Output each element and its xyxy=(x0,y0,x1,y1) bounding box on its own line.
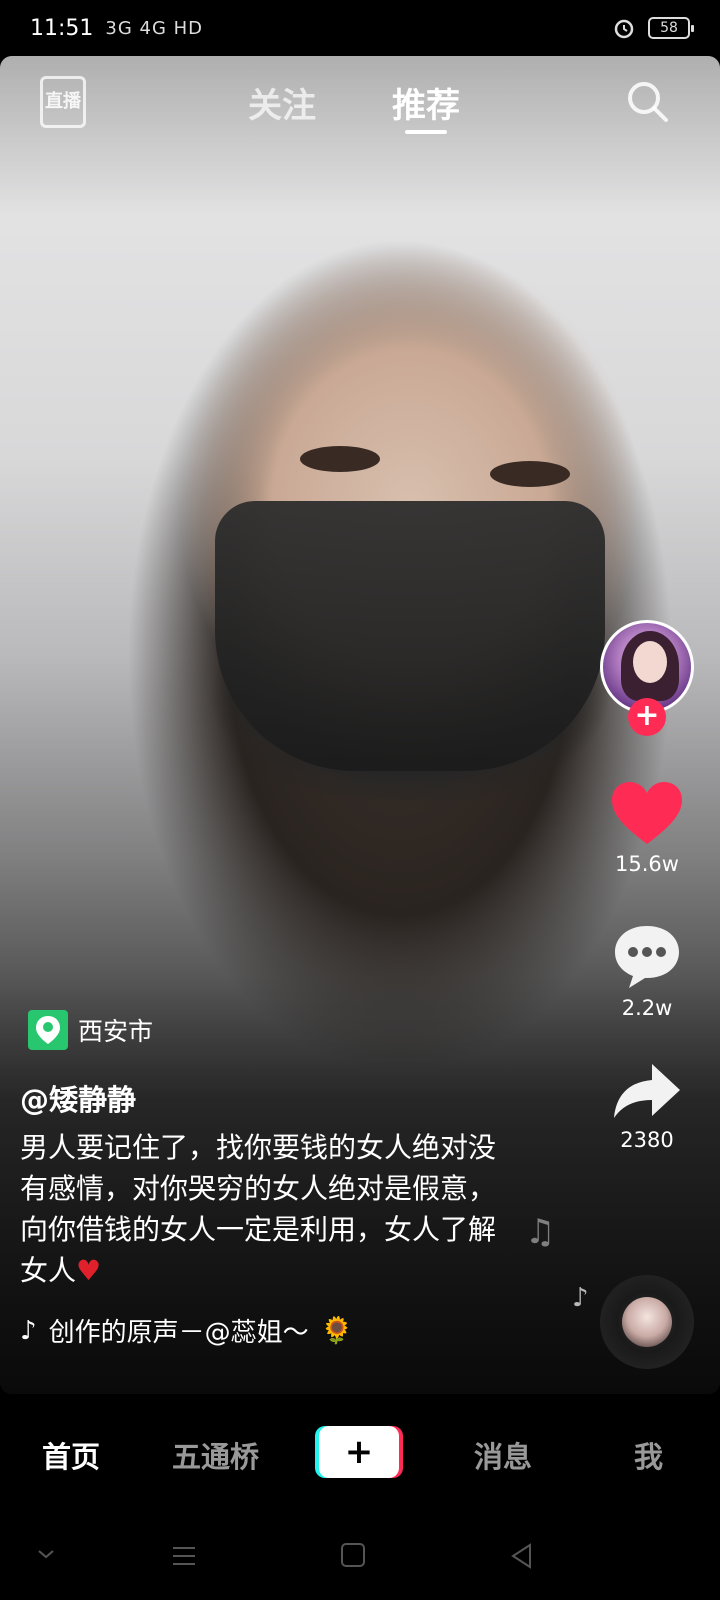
comment-icon xyxy=(615,926,679,988)
menu-icon xyxy=(173,1547,195,1565)
share-button[interactable]: 2380 xyxy=(600,1060,694,1152)
top-nav: 直播 关注 推荐 xyxy=(0,70,720,140)
video-frame-detail xyxy=(490,461,570,487)
share-count: 2380 xyxy=(620,1128,674,1152)
search-button[interactable] xyxy=(624,78,672,126)
tab-messages[interactable]: 消息 xyxy=(474,1434,532,1476)
tab-recommend[interactable]: 推荐 xyxy=(392,78,460,127)
live-button[interactable]: 直播 xyxy=(40,76,86,128)
music-disc[interactable] xyxy=(600,1275,694,1369)
network-indicator: 3G 4G HD xyxy=(105,17,204,39)
heart-icon xyxy=(612,782,682,844)
like-count: 15.6w xyxy=(615,852,679,876)
home-button[interactable] xyxy=(340,1542,366,1572)
tab-home[interactable]: 首页 xyxy=(42,1434,100,1476)
alarm-icon xyxy=(612,16,636,40)
battery-indicator: 58 xyxy=(648,17,694,39)
heart-emoji: ♥ xyxy=(76,1254,102,1287)
follow-button[interactable]: + xyxy=(628,698,666,736)
active-tab-indicator xyxy=(405,130,447,134)
status-bar: 11:51 3G 4G HD 58 xyxy=(0,0,720,56)
create-button[interactable]: + xyxy=(319,1426,399,1478)
post-description: 男人要记住了，找你要钱的女人绝对没有感情，对你哭穷的女人绝对是假意，向你借钱的女… xyxy=(20,1127,510,1291)
location-label: 西安市 xyxy=(78,1017,154,1046)
music-info[interactable]: ♪ 创作的原声－@蕊姐～ 🌻 xyxy=(20,1312,353,1349)
music-title: 创作的原声－@蕊姐～ xyxy=(48,1318,309,1348)
square-icon xyxy=(341,1543,365,1567)
system-nav-bar xyxy=(0,1514,720,1600)
status-left: 11:51 3G 4G HD xyxy=(30,16,203,41)
video-frame-detail xyxy=(300,446,380,472)
status-time: 11:51 xyxy=(30,15,94,41)
music-cover-image xyxy=(622,1297,672,1347)
back-button[interactable] xyxy=(508,1542,536,1574)
menu-button[interactable] xyxy=(170,1542,198,1574)
author-name[interactable]: @矮静静 xyxy=(20,1077,136,1119)
share-icon xyxy=(614,1064,680,1118)
music-note-icon: ♫ xyxy=(525,1212,556,1252)
location-pin-icon xyxy=(28,1010,68,1050)
music-note-icon: ♪ xyxy=(572,1283,589,1313)
comment-button[interactable]: 2.2w xyxy=(600,922,694,1020)
status-right: 58 xyxy=(612,16,694,40)
bottom-tab-bar: 首页 五通桥 + 消息 我 xyxy=(0,1394,720,1514)
tab-me[interactable]: 我 xyxy=(634,1434,663,1476)
search-icon xyxy=(628,82,668,122)
location-tag[interactable]: 西安市 xyxy=(28,1010,153,1050)
music-note-icon: ♪ xyxy=(20,1315,37,1346)
like-button[interactable]: 15.6w xyxy=(600,780,694,876)
collapse-button[interactable] xyxy=(34,1542,58,1570)
tab-follow[interactable]: 关注 xyxy=(248,78,316,127)
sunflower-emoji: 🌻 xyxy=(320,1315,353,1346)
tab-city[interactable]: 五通桥 xyxy=(172,1434,259,1476)
avatar-image xyxy=(633,641,667,683)
chevron-down-icon xyxy=(38,1550,54,1559)
video-frame-detail xyxy=(215,501,605,771)
back-triangle-icon xyxy=(511,1543,531,1569)
live-label: 直播 xyxy=(45,91,81,112)
comment-count: 2.2w xyxy=(621,996,673,1020)
